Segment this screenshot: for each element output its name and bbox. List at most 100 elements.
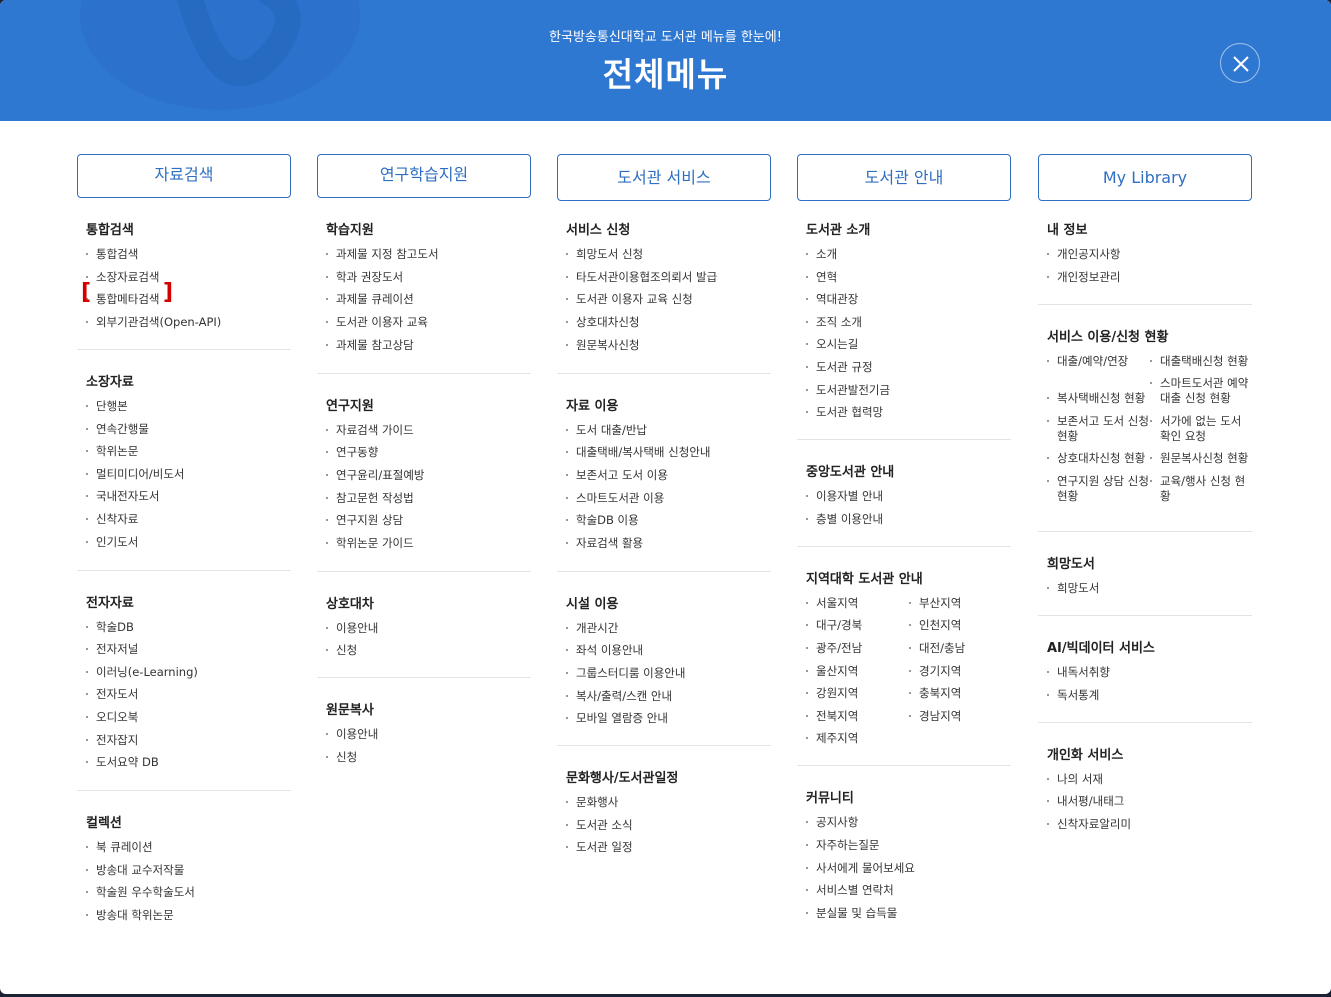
- menu-item[interactable]: 대출택배/복사택배 신청안내: [566, 445, 771, 460]
- menu-item[interactable]: 인천지역: [909, 618, 1012, 633]
- menu-item[interactable]: 나의 서재: [1047, 772, 1252, 787]
- menu-item[interactable]: 상호대차신청 현황: [1047, 451, 1150, 466]
- menu-item[interactable]: 연구동향: [326, 445, 531, 460]
- menu-item[interactable]: 이용안내: [326, 727, 531, 742]
- menu-item[interactable]: 학위논문: [86, 444, 291, 459]
- menu-item[interactable]: 독서통계: [1047, 688, 1252, 703]
- menu-item[interactable]: 이용자별 안내: [806, 489, 1011, 504]
- column-button-research-support[interactable]: 연구학습지원: [317, 154, 531, 198]
- menu-item[interactable]: 소장자료검색: [86, 270, 291, 285]
- menu-item[interactable]: 참고문헌 작성법: [326, 491, 531, 506]
- menu-item[interactable]: 대전/충남: [909, 641, 1012, 656]
- menu-item[interactable]: 학술원 우수학술도서: [86, 885, 291, 900]
- menu-item[interactable]: 그룹스터디룸 이용안내: [566, 666, 771, 681]
- menu-item[interactable]: 이용안내: [326, 621, 531, 636]
- menu-item[interactable]: 도서관 이용자 교육: [326, 315, 531, 330]
- menu-item[interactable]: 도서관 일정: [566, 840, 771, 855]
- menu-item[interactable]: 전자저널: [86, 642, 291, 657]
- menu-item[interactable]: 외부기관검색(Open-API): [86, 315, 291, 330]
- menu-item[interactable]: 보존서고 도서 신청 현황: [1047, 414, 1150, 444]
- column-button-search[interactable]: 자료검색: [77, 154, 291, 198]
- menu-item[interactable]: 모바일 열람증 안내: [566, 711, 771, 726]
- menu-item[interactable]: 울산지역: [806, 664, 909, 679]
- menu-item[interactable]: 타도서관이용협조의뢰서 발급: [566, 270, 771, 285]
- menu-item[interactable]: 좌석 이용안내: [566, 643, 771, 658]
- menu-item[interactable]: 오디오북: [86, 710, 291, 725]
- menu-item[interactable]: 스마트도서관 이용: [566, 491, 771, 506]
- menu-item[interactable]: 자료검색 가이드: [326, 423, 531, 438]
- menu-item[interactable]: 과제물 지정 참고도서: [326, 247, 531, 262]
- menu-item[interactable]: 통합검색: [86, 247, 291, 262]
- menu-item[interactable]: 도서요약 DB: [86, 755, 291, 770]
- menu-item[interactable]: 개관시간: [566, 621, 771, 636]
- menu-item[interactable]: 개인공지사항: [1047, 247, 1252, 262]
- menu-item[interactable]: 복사/출력/스캔 안내: [566, 689, 771, 704]
- menu-item[interactable]: 인기도서: [86, 535, 291, 550]
- column-button-library-services[interactable]: 도서관 서비스: [557, 154, 771, 201]
- menu-item[interactable]: 분실물 및 습득물: [806, 906, 1011, 921]
- menu-item[interactable]: 신청: [326, 643, 531, 658]
- menu-item[interactable]: 전자잡지: [86, 733, 291, 748]
- menu-item[interactable]: 충북지역: [909, 686, 1012, 701]
- menu-item[interactable]: 상호대차신청: [566, 315, 771, 330]
- menu-item[interactable]: 층별 이용안내: [806, 512, 1011, 527]
- menu-item[interactable]: 서가에 없는 도서 확인 요청: [1150, 414, 1253, 444]
- menu-item[interactable]: 도서관발전기금: [806, 383, 1011, 398]
- menu-item[interactable]: 강원지역: [806, 686, 909, 701]
- menu-item[interactable]: 희망도서: [1047, 581, 1252, 596]
- menu-item[interactable]: 연구지원 상담: [326, 513, 531, 528]
- menu-item[interactable]: 희망도서 신청: [566, 247, 771, 262]
- menu-item-highlighted[interactable]: 통합메타검색: [86, 292, 291, 307]
- menu-item[interactable]: 경남지역: [909, 709, 1012, 724]
- menu-item[interactable]: 도서관 이용자 교육 신청: [566, 292, 771, 307]
- menu-item[interactable]: 내서평/내태그: [1047, 794, 1252, 809]
- menu-item[interactable]: 조직 소개: [806, 315, 1011, 330]
- menu-item[interactable]: 원문복사신청 현황: [1150, 451, 1253, 466]
- menu-item[interactable]: 제주지역: [806, 731, 909, 746]
- menu-item[interactable]: 멀티미디어/비도서: [86, 467, 291, 482]
- menu-item[interactable]: 사서에게 물어보세요: [806, 861, 1011, 876]
- menu-item[interactable]: 원문복사신청: [566, 338, 771, 353]
- menu-item[interactable]: 도서관 규정: [806, 360, 1011, 375]
- menu-item[interactable]: 전자도서: [86, 687, 291, 702]
- menu-item[interactable]: 연속간행물: [86, 422, 291, 437]
- menu-item[interactable]: 복사택배신청 현황: [1047, 391, 1150, 406]
- menu-item[interactable]: 신청: [326, 750, 531, 765]
- menu-item[interactable]: 연혁: [806, 270, 1011, 285]
- menu-item[interactable]: 교육/행사 신청 현황: [1150, 474, 1253, 504]
- menu-item[interactable]: 공지사항: [806, 815, 1011, 830]
- menu-item[interactable]: 과제물 큐레이션: [326, 292, 531, 307]
- close-button[interactable]: [1220, 43, 1260, 83]
- menu-item[interactable]: 도서관 협력망: [806, 405, 1011, 420]
- menu-item[interactable]: 국내전자도서: [86, 489, 291, 504]
- menu-item[interactable]: 자료검색 활용: [566, 536, 771, 551]
- menu-item[interactable]: 연구지원 상담 신청 현황: [1047, 474, 1150, 504]
- menu-item[interactable]: 보존서고 도서 이용: [566, 468, 771, 483]
- menu-item[interactable]: 서비스별 연락처: [806, 883, 1011, 898]
- menu-item[interactable]: 방송대 교수저작물: [86, 863, 291, 878]
- column-button-library-info[interactable]: 도서관 안내: [797, 154, 1011, 201]
- menu-item[interactable]: 도서관 소식: [566, 818, 771, 833]
- menu-item[interactable]: 서울지역: [806, 596, 909, 611]
- menu-item[interactable]: 학술DB: [86, 620, 291, 635]
- menu-item[interactable]: 자주하는질문: [806, 838, 1011, 853]
- menu-item[interactable]: 학과 권장도서: [326, 270, 531, 285]
- menu-item[interactable]: 스마트도서관 예약 대출 신청 현황: [1150, 376, 1253, 406]
- menu-item[interactable]: 신착자료알리미: [1047, 817, 1252, 832]
- menu-item[interactable]: 전북지역: [806, 709, 909, 724]
- menu-item[interactable]: 도서 대출/반납: [566, 423, 771, 438]
- menu-item[interactable]: 문화행사: [566, 795, 771, 810]
- menu-item[interactable]: 개인정보관리: [1047, 270, 1252, 285]
- menu-item[interactable]: 대출/예약/연장: [1047, 354, 1150, 369]
- menu-item[interactable]: 학위논문 가이드: [326, 536, 531, 551]
- menu-item[interactable]: 북 큐레이션: [86, 840, 291, 855]
- menu-item[interactable]: 신착자료: [86, 512, 291, 527]
- column-button-my-library[interactable]: My Library: [1038, 154, 1252, 201]
- menu-item[interactable]: 이러닝(e-Learning): [86, 665, 291, 680]
- menu-item[interactable]: 오시는길: [806, 337, 1011, 352]
- menu-item[interactable]: 과제물 참고상담: [326, 338, 531, 353]
- menu-item[interactable]: 역대관장: [806, 292, 1011, 307]
- menu-item[interactable]: 학술DB 이용: [566, 513, 771, 528]
- menu-item[interactable]: 단행본: [86, 399, 291, 414]
- menu-item[interactable]: 광주/전남: [806, 641, 909, 656]
